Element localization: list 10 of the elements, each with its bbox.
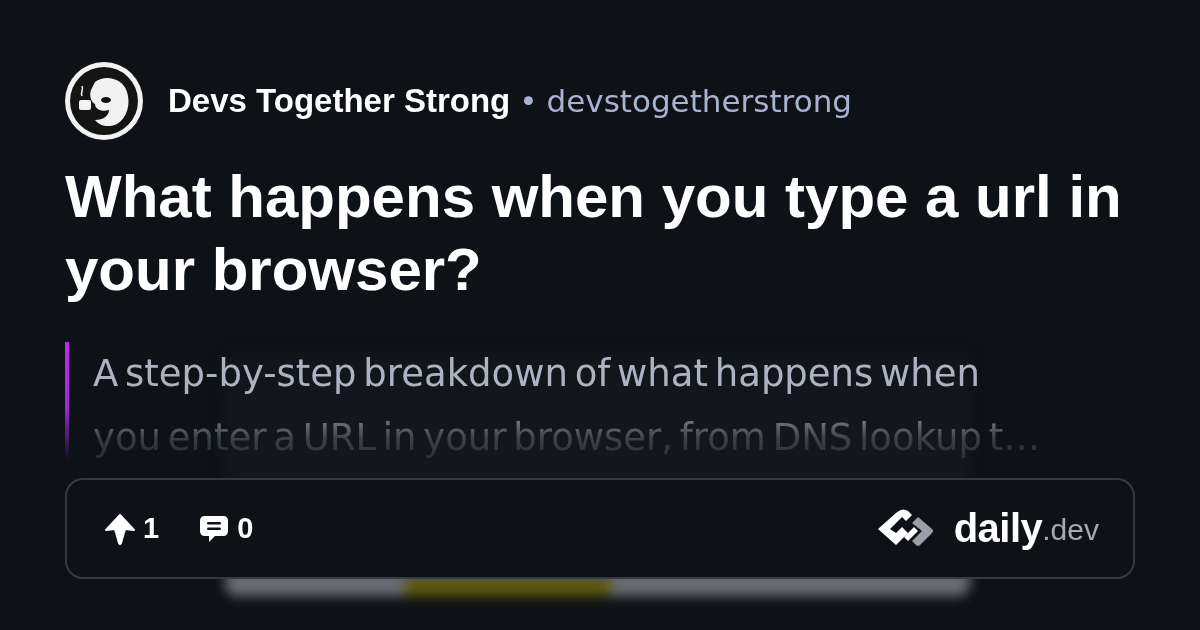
brand-name: daily [953,506,1043,551]
post-summary: A step-by-step breakdown of what happens when you enter a URL in your browser, from DNS lookup t… [93,351,1042,461]
comment-count: 0 [237,512,254,545]
post-title: What happens when you type a url in your browser? [65,162,1123,305]
brand-suffix: .dev [1042,513,1099,546]
source-name: Devs Together Strong [168,82,511,120]
upvote-arrow-icon[interactable] [103,511,137,546]
upvote-count: 1 [143,512,160,545]
separator-dot: • [519,83,538,119]
source-handle: devstogetherstrong [546,83,852,119]
